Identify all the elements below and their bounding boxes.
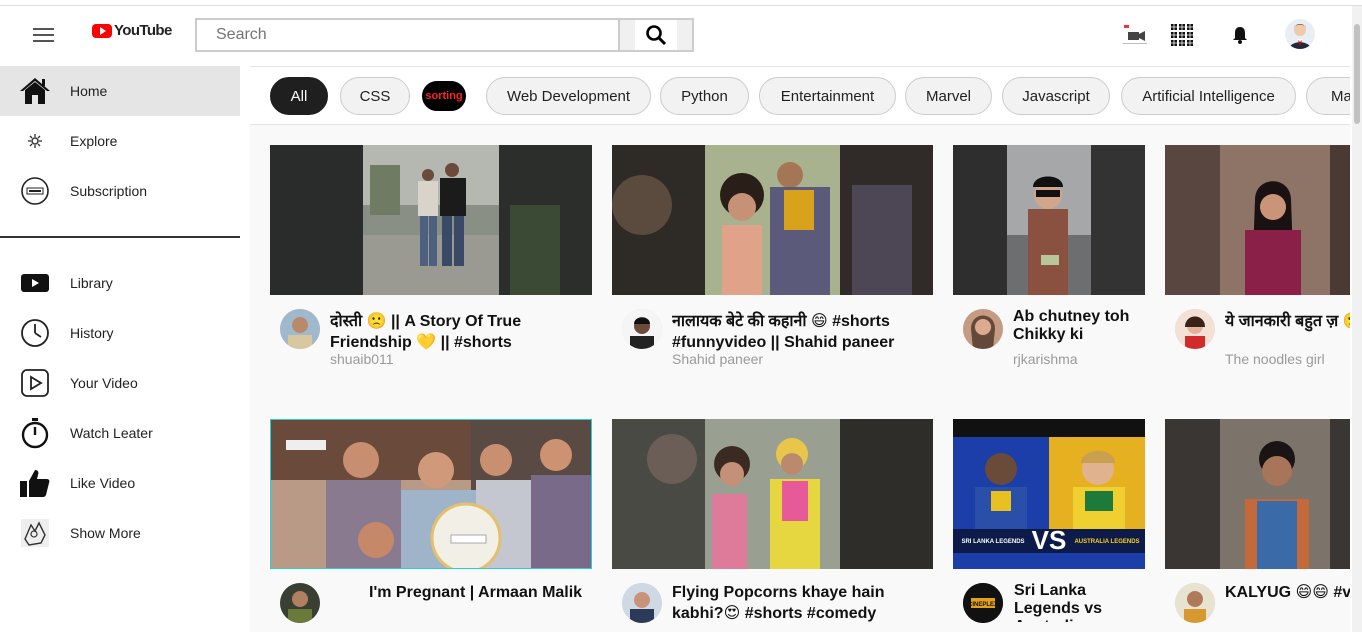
youtube-logo[interactable]: YouTube [92, 22, 172, 39]
video-thumbnail[interactable]: VS SRI LANKA LEGENDS AUSTRALIA LEGENDS [953, 419, 1145, 569]
video-thumbnail[interactable] [1165, 419, 1350, 569]
top-header: YouTube [0, 6, 1350, 66]
sidebar-item-show-more[interactable]: Show More [0, 508, 240, 558]
video-thumbnail[interactable] [612, 419, 933, 569]
show-more-icon [19, 517, 51, 549]
chip-sorting[interactable]: sorting [422, 81, 466, 111]
video-title[interactable]: Sri Lanka Legends vs Australia Legends [1014, 582, 1142, 622]
sidebar-divider [0, 236, 240, 238]
video-card[interactable]: दोस्ती 🙁 || A Story Of True Friendship 💛… [270, 145, 592, 385]
sidebar-item-subscription[interactable]: Subscription [0, 166, 240, 216]
thumb-vs-text: VS [1032, 525, 1067, 555]
apps-grid-icon[interactable] [1169, 23, 1195, 47]
sidebar-label-home: Home [70, 83, 108, 99]
sidebar-label-watch-later: Watch Leater [70, 425, 153, 441]
video-title[interactable]: Flying Popcorns khaye hain kabhi?😍 #shor… [672, 582, 927, 624]
video-title[interactable]: KALYUG 😄😄 #vendyfam #sho [1225, 582, 1350, 624]
video-card[interactable]: KALYUG 😄😄 #vendyfam #sho [1165, 419, 1350, 632]
your-video-icon [19, 367, 51, 399]
sidebar-label-library: Library [70, 275, 113, 291]
channel-name[interactable]: The noodles girl [1225, 351, 1325, 367]
chip-css[interactable]: CSS [340, 77, 410, 115]
search-input[interactable] [195, 18, 619, 52]
chip-artificial-intelligence[interactable]: Artificial Intelligence [1121, 77, 1296, 115]
channel-avatar[interactable] [1175, 583, 1215, 623]
chip-marvel[interactable]: Marvel [905, 77, 992, 115]
scrollbar-thumb[interactable] [1354, 24, 1360, 124]
channel-avatar[interactable] [280, 309, 320, 349]
video-title[interactable]: दोस्ती 🙁 || A Story Of True Friendship 💛… [330, 311, 580, 353]
channel-avatar[interactable] [622, 583, 662, 623]
search-button[interactable] [618, 18, 694, 52]
channel-avatar[interactable] [280, 583, 320, 623]
watch-later-icon [19, 417, 51, 449]
video-thumbnail[interactable] [953, 145, 1145, 295]
sidebar: Home Explore Subscription Library Histor… [0, 66, 240, 632]
logo-text: YouTube [114, 22, 172, 39]
thumb-team-right: AUSTRALIA LEGENDS [1074, 539, 1139, 545]
sidebar-label-show-more: Show More [70, 525, 141, 541]
youtube-play-icon [92, 23, 112, 38]
account-avatar[interactable] [1285, 19, 1315, 49]
video-card[interactable]: नालायक बेटे की कहानी 😄 #shorts #funnyvid… [612, 145, 933, 385]
like-icon [19, 467, 51, 499]
chips-bar: All CSS sorting Web Development Python E… [250, 66, 1350, 125]
sidebar-label-like-video: Like Video [70, 475, 136, 491]
video-title[interactable]: Ab chutney toh Chikky ki [1013, 308, 1143, 344]
sidebar-label-your-video: Your Video [70, 375, 138, 391]
video-thumbnail[interactable] [270, 419, 592, 569]
cineplex-brand-text: CINEPLEX [968, 602, 998, 608]
sidebar-label-subscription: Subscription [70, 183, 148, 199]
sidebar-item-history[interactable]: History [0, 308, 240, 358]
menu-icon[interactable] [33, 28, 54, 42]
sidebar-item-explore[interactable]: Explore [0, 116, 240, 166]
main-content: All CSS sorting Web Development Python E… [250, 66, 1350, 632]
sidebar-label-explore: Explore [70, 133, 118, 149]
chip-python[interactable]: Python [660, 77, 749, 115]
library-icon [19, 267, 51, 299]
video-thumbnail[interactable] [270, 145, 592, 295]
video-card[interactable]: I'm Pregnant | Armaan Malik [270, 419, 592, 632]
channel-avatar[interactable] [622, 309, 662, 349]
video-card[interactable]: Ab chutney toh Chikky ki rjkarishma [953, 145, 1145, 385]
chip-entertainment[interactable]: Entertainment [759, 77, 896, 115]
sidebar-item-like-video[interactable]: Like Video [0, 458, 240, 508]
search-icon [646, 25, 667, 46]
sidebar-item-watch-later[interactable]: Watch Leater [0, 408, 240, 458]
video-card[interactable]: ये जानकारी बहुत ज़ 🙁 @shuaib011 The nood… [1165, 145, 1350, 385]
history-icon [19, 317, 51, 349]
channel-name[interactable]: Shahid paneer [672, 351, 763, 367]
video-title[interactable]: नालायक बेटे की कहानी 😄 #shorts #funnyvid… [672, 311, 927, 353]
notification-bell-icon[interactable] [1227, 23, 1253, 47]
channel-name[interactable]: rjkarishma [1013, 351, 1078, 367]
explore-icon [19, 125, 51, 157]
channel-name[interactable]: shuaib011 [330, 351, 394, 367]
video-thumbnail[interactable] [1165, 145, 1350, 295]
page-scrollbar[interactable] [1352, 6, 1362, 632]
channel-avatar[interactable] [963, 309, 1003, 349]
chip-web-development[interactable]: Web Development [486, 77, 651, 115]
sidebar-item-home[interactable]: Home [0, 66, 240, 116]
channel-avatar[interactable] [1175, 309, 1215, 349]
sidebar-item-your-video[interactable]: Your Video [0, 358, 240, 408]
sidebar-label-history: History [70, 325, 114, 341]
home-icon [19, 75, 51, 107]
channel-avatar[interactable]: CINEPLEX [963, 583, 1003, 623]
video-thumbnail[interactable] [612, 145, 933, 295]
video-title[interactable]: ये जानकारी बहुत ज़ 🙁 @shuaib011 [1225, 311, 1350, 353]
thumb-team-left: SRI LANKA LEGENDS [961, 539, 1024, 545]
chip-all[interactable]: All [270, 77, 328, 115]
video-title[interactable]: I'm Pregnant | Armaan Malik [369, 582, 589, 603]
create-video-icon[interactable] [1122, 23, 1148, 47]
video-card[interactable]: VS SRI LANKA LEGENDS AUSTRALIA LEGENDS C… [953, 419, 1145, 632]
chip-javascript[interactable]: Javascript [1002, 77, 1110, 115]
video-card[interactable]: Flying Popcorns khaye hain kabhi?😍 #shor… [612, 419, 933, 632]
chip-ma[interactable]: Ma [1306, 77, 1350, 115]
sidebar-item-library[interactable]: Library [0, 258, 240, 308]
subscription-icon [19, 175, 51, 207]
